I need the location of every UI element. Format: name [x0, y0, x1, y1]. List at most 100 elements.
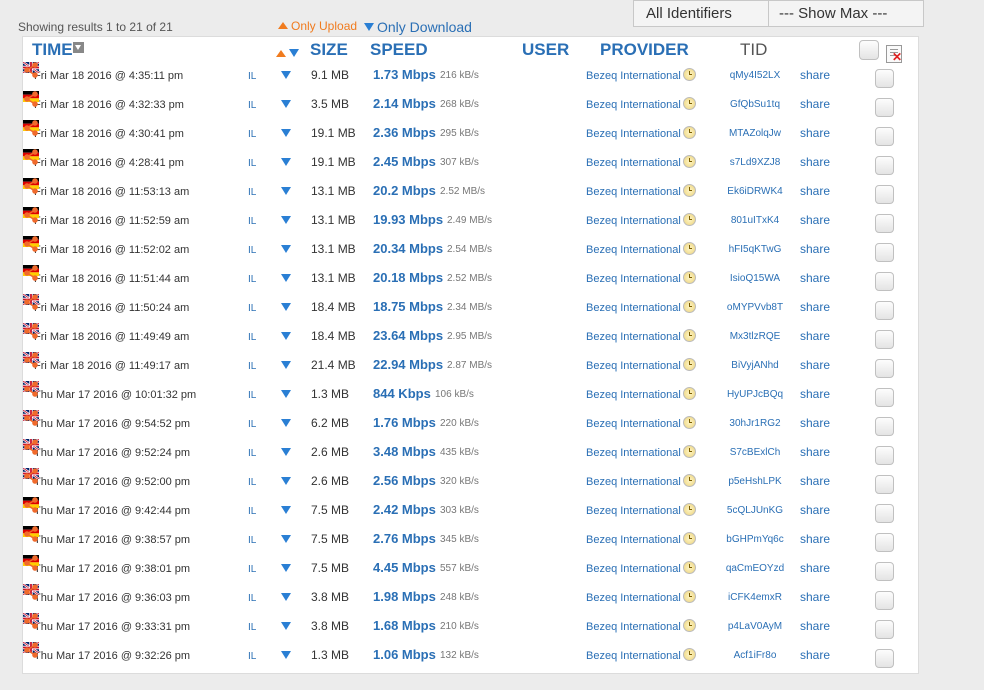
time-cell[interactable]: Thu Mar 17 2016 @ 9:33:31 pm	[34, 621, 190, 633]
tid-cell[interactable]: MTAZolqJw	[720, 128, 790, 139]
share-icon[interactable]	[23, 265, 39, 284]
provider-cell[interactable]: Bezeq International	[586, 621, 681, 633]
share-link[interactable]: share	[800, 474, 830, 488]
share-link[interactable]: share	[800, 329, 830, 343]
share-icon[interactable]	[23, 439, 39, 458]
provider-cell[interactable]: Bezeq International	[586, 70, 681, 82]
share-icon[interactable]	[23, 555, 39, 574]
time-cell[interactable]: Thu Mar 17 2016 @ 9:52:00 pm	[34, 476, 190, 488]
tid-cell[interactable]: HyUPJcBQq	[720, 389, 790, 400]
row-checkbox[interactable]	[875, 214, 894, 233]
clock-icon[interactable]	[683, 271, 696, 284]
tid-cell[interactable]: BiVyjANhd	[720, 360, 790, 371]
row-checkbox[interactable]	[875, 417, 894, 436]
select-all-checkbox[interactable]	[859, 40, 879, 60]
time-cell[interactable]: Thu Mar 17 2016 @ 9:38:57 pm	[34, 534, 190, 546]
speed-column-header[interactable]: SPEED	[370, 40, 428, 60]
identifiers-select[interactable]: All Identifiers	[633, 0, 769, 27]
time-cell[interactable]: Thu Mar 17 2016 @ 9:36:03 pm	[34, 592, 190, 604]
share-icon[interactable]	[23, 178, 39, 197]
time-cell[interactable]: Thu Mar 17 2016 @ 9:54:52 pm	[34, 418, 190, 430]
share-link[interactable]: share	[800, 155, 830, 169]
share-icon[interactable]	[23, 642, 39, 661]
time-cell[interactable]: Fri Mar 18 2016 @ 11:52:02 am	[34, 244, 189, 256]
share-icon[interactable]	[23, 207, 39, 226]
share-link[interactable]: share	[800, 97, 830, 111]
provider-cell[interactable]: Bezeq International	[586, 418, 681, 430]
share-link[interactable]: share	[800, 648, 830, 662]
share-link[interactable]: share	[800, 590, 830, 604]
share-icon[interactable]	[23, 149, 39, 168]
share-link[interactable]: share	[800, 416, 830, 430]
provider-cell[interactable]: Bezeq International	[586, 244, 681, 256]
only-download-filter[interactable]: Only Download	[364, 19, 472, 35]
direction-sort-icon[interactable]	[276, 45, 302, 63]
clock-icon[interactable]	[683, 503, 696, 516]
provider-cell[interactable]: Bezeq International	[586, 534, 681, 546]
tid-cell[interactable]: hFI5qKTwG	[720, 244, 790, 255]
user-column-header[interactable]: USER	[522, 40, 569, 60]
row-checkbox[interactable]	[875, 127, 894, 146]
show-max-select[interactable]: --- Show Max ---	[768, 0, 924, 27]
share-icon[interactable]	[23, 526, 39, 545]
provider-cell[interactable]: Bezeq International	[586, 331, 681, 343]
tid-cell[interactable]: Ek6iDRWK4	[720, 186, 790, 197]
time-cell[interactable]: Fri Mar 18 2016 @ 11:52:59 am	[34, 215, 189, 227]
share-icon[interactable]	[23, 294, 39, 313]
row-checkbox[interactable]	[875, 388, 894, 407]
share-icon[interactable]	[23, 497, 39, 516]
clock-icon[interactable]	[683, 619, 696, 632]
clock-icon[interactable]	[683, 97, 696, 110]
share-icon[interactable]	[23, 236, 39, 255]
tid-cell[interactable]: 801uITxK4	[720, 215, 790, 226]
clock-icon[interactable]	[683, 155, 696, 168]
clock-icon[interactable]	[683, 445, 696, 458]
row-checkbox[interactable]	[875, 475, 894, 494]
share-link[interactable]: share	[800, 445, 830, 459]
share-icon[interactable]	[23, 91, 39, 110]
tid-cell[interactable]: s7Ld9XZJ8	[720, 157, 790, 168]
share-link[interactable]: share	[800, 126, 830, 140]
share-link[interactable]: share	[800, 213, 830, 227]
clock-icon[interactable]	[683, 474, 696, 487]
clock-icon[interactable]	[683, 358, 696, 371]
tid-cell[interactable]: IsioQ15WA	[720, 273, 790, 284]
share-link[interactable]: share	[800, 271, 830, 285]
time-cell[interactable]: Fri Mar 18 2016 @ 4:28:41 pm	[34, 157, 184, 169]
clock-icon[interactable]	[683, 68, 696, 81]
share-icon[interactable]	[23, 323, 39, 342]
share-icon[interactable]	[23, 352, 39, 371]
provider-cell[interactable]: Bezeq International	[586, 447, 681, 459]
provider-cell[interactable]: Bezeq International	[586, 505, 681, 517]
provider-cell[interactable]: Bezeq International	[586, 592, 681, 604]
time-cell[interactable]: Fri Mar 18 2016 @ 11:51:44 am	[34, 273, 189, 285]
row-checkbox[interactable]	[875, 301, 894, 320]
clock-icon[interactable]	[683, 532, 696, 545]
clock-icon[interactable]	[683, 300, 696, 313]
share-link[interactable]: share	[800, 242, 830, 256]
clock-icon[interactable]	[683, 648, 696, 661]
time-cell[interactable]: Fri Mar 18 2016 @ 11:49:17 am	[34, 360, 189, 372]
row-checkbox[interactable]	[875, 69, 894, 88]
provider-cell[interactable]: Bezeq International	[586, 302, 681, 314]
row-checkbox[interactable]	[875, 620, 894, 639]
share-link[interactable]: share	[800, 68, 830, 82]
tid-cell[interactable]: bGHPmYq6c	[720, 534, 790, 545]
clock-icon[interactable]	[683, 561, 696, 574]
share-link[interactable]: share	[800, 184, 830, 198]
tid-cell[interactable]: p4LaV0AyM	[720, 621, 790, 632]
tid-cell[interactable]: Mx3tlzRQE	[720, 331, 790, 342]
time-cell[interactable]: Thu Mar 17 2016 @ 9:52:24 pm	[34, 447, 190, 459]
row-checkbox[interactable]	[875, 156, 894, 175]
tid-cell[interactable]: qaCmEOYzd	[720, 563, 790, 574]
time-cell[interactable]: Fri Mar 18 2016 @ 11:50:24 am	[34, 302, 189, 314]
size-column-header[interactable]: SIZE	[310, 40, 348, 60]
row-checkbox[interactable]	[875, 591, 894, 610]
row-checkbox[interactable]	[875, 446, 894, 465]
time-cell[interactable]: Fri Mar 18 2016 @ 4:35:11 pm	[34, 70, 183, 82]
share-icon[interactable]	[23, 410, 39, 429]
tid-cell[interactable]: qMy4I52LX	[720, 70, 790, 81]
tid-cell[interactable]: 5cQLJUnKG	[720, 505, 790, 516]
tid-column-header[interactable]: TID	[740, 40, 767, 60]
time-cell[interactable]: Thu Mar 17 2016 @ 9:32:26 pm	[34, 650, 190, 662]
